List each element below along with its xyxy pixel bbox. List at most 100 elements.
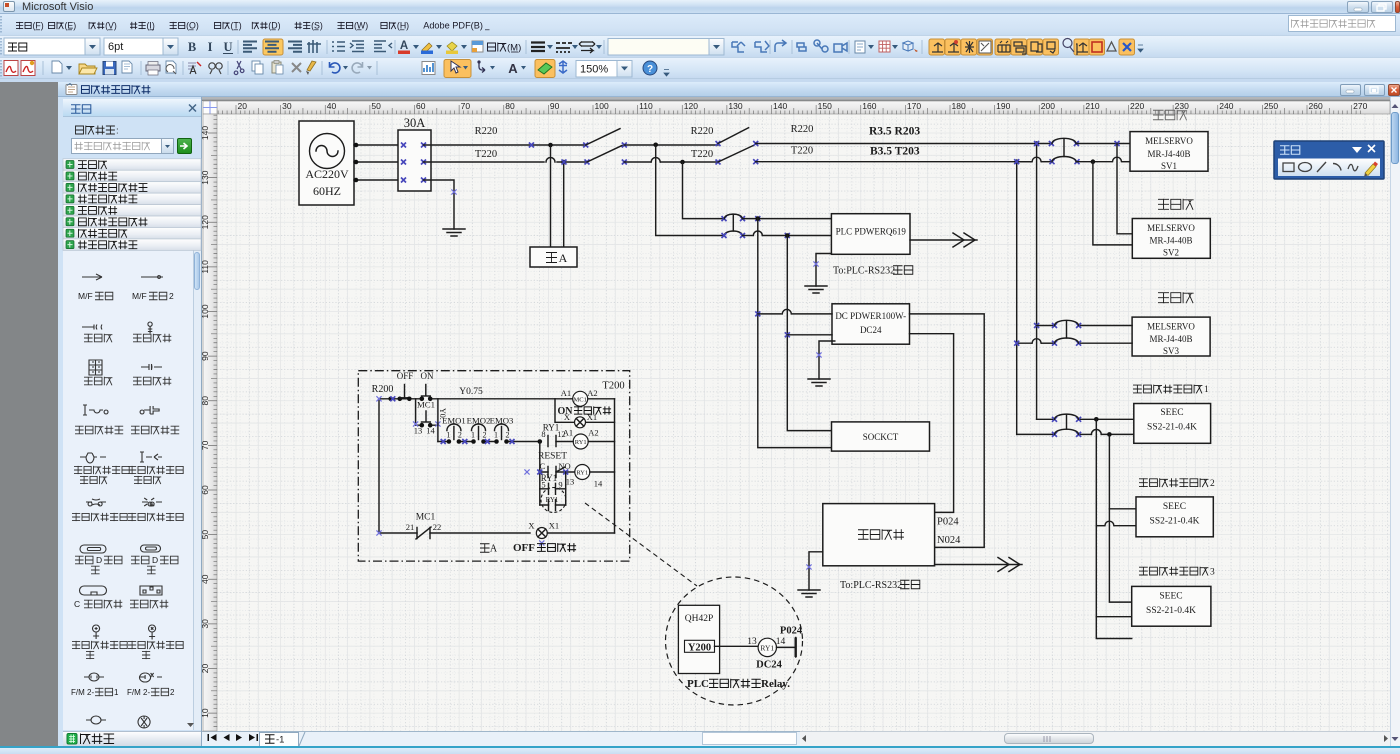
svg-text:2: 2 (483, 431, 487, 440)
svg-text:Y200: Y200 (688, 642, 711, 653)
svg-text:T220: T220 (791, 146, 813, 157)
svg-text:9: 9 (558, 480, 562, 490)
svg-text:MC1: MC1 (416, 513, 436, 523)
svg-text:1: 1 (471, 431, 475, 440)
svg-text:X1: X1 (587, 412, 597, 422)
svg-text:190: 190 (996, 101, 1010, 111)
svg-text:OFF: OFF (513, 542, 535, 554)
svg-text:ON: ON (421, 371, 434, 381)
svg-text:30: 30 (200, 619, 210, 629)
svg-text:R220: R220 (791, 124, 814, 135)
svg-text:2: 2 (1210, 479, 1215, 489)
svg-text:5: 5 (541, 480, 545, 490)
svg-text:T220: T220 (691, 149, 713, 160)
svg-text:MC1: MC1 (574, 397, 587, 404)
svg-text:21: 21 (406, 522, 415, 532)
svg-text:B3.5 T203: B3.5 T203 (870, 146, 920, 158)
svg-text:250: 250 (1264, 101, 1278, 111)
svg-text:SEEC: SEEC (1163, 502, 1186, 512)
svg-text:80: 80 (505, 101, 515, 111)
svg-text:DC24: DC24 (860, 325, 882, 335)
svg-text:MELSERVO: MELSERVO (1147, 322, 1195, 332)
svg-text:R200: R200 (372, 384, 394, 395)
svg-text:T200: T200 (602, 381, 624, 392)
svg-text:60: 60 (200, 485, 210, 495)
svg-text:130: 130 (200, 170, 210, 184)
svg-text:180: 180 (952, 101, 966, 111)
svg-text:PLC: PLC (687, 678, 709, 690)
svg-text:120: 120 (200, 215, 210, 229)
svg-text:SV1: SV1 (1161, 161, 1177, 171)
svg-text:30A: 30A (404, 116, 426, 130)
svg-text:230: 230 (1175, 101, 1189, 111)
svg-text:13: 13 (747, 637, 757, 647)
svg-text:C: C (540, 461, 546, 471)
svg-text:13: 13 (566, 477, 575, 487)
svg-text:14: 14 (594, 479, 603, 489)
svg-text:140: 140 (773, 101, 787, 111)
svg-text:1: 1 (494, 431, 498, 440)
svg-text:40: 40 (200, 574, 210, 584)
svg-text:AC220V: AC220V (305, 167, 349, 181)
svg-text:200: 200 (1041, 101, 1055, 111)
svg-text:90: 90 (550, 101, 560, 111)
svg-text:MELSERVO: MELSERVO (1145, 136, 1193, 146)
svg-text:40: 40 (327, 101, 337, 111)
svg-text:RY1: RY1 (576, 470, 588, 477)
svg-text:150: 150 (818, 101, 832, 111)
svg-text:14: 14 (426, 426, 435, 436)
svg-text:1: 1 (446, 431, 450, 440)
svg-text:100: 100 (200, 304, 210, 318)
svg-text:100: 100 (595, 101, 609, 111)
svg-text:50: 50 (371, 101, 381, 111)
svg-text:MR-J4-40B: MR-J4-40B (1149, 334, 1192, 344)
svg-text:ON: ON (558, 406, 574, 417)
svg-text:To:PLC-RS232: To:PLC-RS232 (833, 266, 895, 277)
svg-text:20: 20 (200, 664, 210, 674)
svg-text:80: 80 (200, 396, 210, 406)
svg-text:210: 210 (1085, 101, 1099, 111)
svg-text:270: 270 (1353, 101, 1367, 111)
svg-text:260: 260 (1309, 101, 1323, 111)
svg-text:A2: A2 (587, 388, 597, 398)
svg-text:SS2-21-0.4K: SS2-21-0.4K (1146, 606, 1196, 616)
svg-text:SV3: SV3 (1163, 346, 1180, 356)
svg-text:14: 14 (776, 637, 786, 647)
svg-text:A: A (559, 251, 568, 265)
svg-text:140: 140 (200, 126, 210, 140)
svg-text:60HZ: 60HZ (313, 184, 341, 198)
svg-text:240: 240 (1219, 101, 1233, 111)
svg-text:X1: X1 (549, 521, 559, 531)
svg-text:2: 2 (506, 431, 510, 440)
svg-text:OFF: OFF (397, 371, 414, 381)
svg-text:SS2-21-0.4K: SS2-21-0.4K (1147, 423, 1197, 433)
svg-text:DC PDWER100W-: DC PDWER100W- (835, 311, 906, 321)
svg-text:70: 70 (200, 440, 210, 450)
svg-text:30: 30 (282, 101, 292, 111)
svg-text:DC24: DC24 (756, 660, 782, 671)
svg-text:RESET: RESET (538, 452, 567, 462)
svg-text:160: 160 (862, 101, 876, 111)
svg-text:MR-J4-40B: MR-J4-40B (1149, 236, 1192, 246)
svg-text:MC1: MC1 (417, 400, 435, 410)
svg-text:110: 110 (200, 260, 210, 274)
svg-text:2: 2 (458, 431, 462, 440)
svg-text:QH42P: QH42P (685, 614, 714, 624)
svg-text:PLC PDWERQ619: PLC PDWERQ619 (836, 227, 907, 237)
svg-text:MR-J4-40B: MR-J4-40B (1147, 149, 1190, 159)
svg-text:90: 90 (200, 351, 210, 361)
svg-text:RY1: RY1 (575, 439, 587, 446)
svg-text:10: 10 (200, 708, 210, 718)
svg-text:170: 170 (907, 101, 921, 111)
svg-text:50: 50 (200, 530, 210, 540)
svg-text:SEEC: SEEC (1159, 592, 1182, 602)
svg-text:R220: R220 (475, 126, 498, 137)
svg-text:8: 8 (541, 429, 545, 439)
svg-text:22: 22 (433, 522, 442, 532)
svg-text:SS2-21-0.4K: SS2-21-0.4K (1150, 517, 1200, 527)
svg-text:N024: N024 (937, 535, 961, 546)
svg-text:P024: P024 (780, 626, 803, 637)
svg-text:A1: A1 (561, 388, 571, 398)
svg-text:RY1: RY1 (760, 644, 774, 653)
svg-text:A1: A1 (563, 428, 573, 438)
